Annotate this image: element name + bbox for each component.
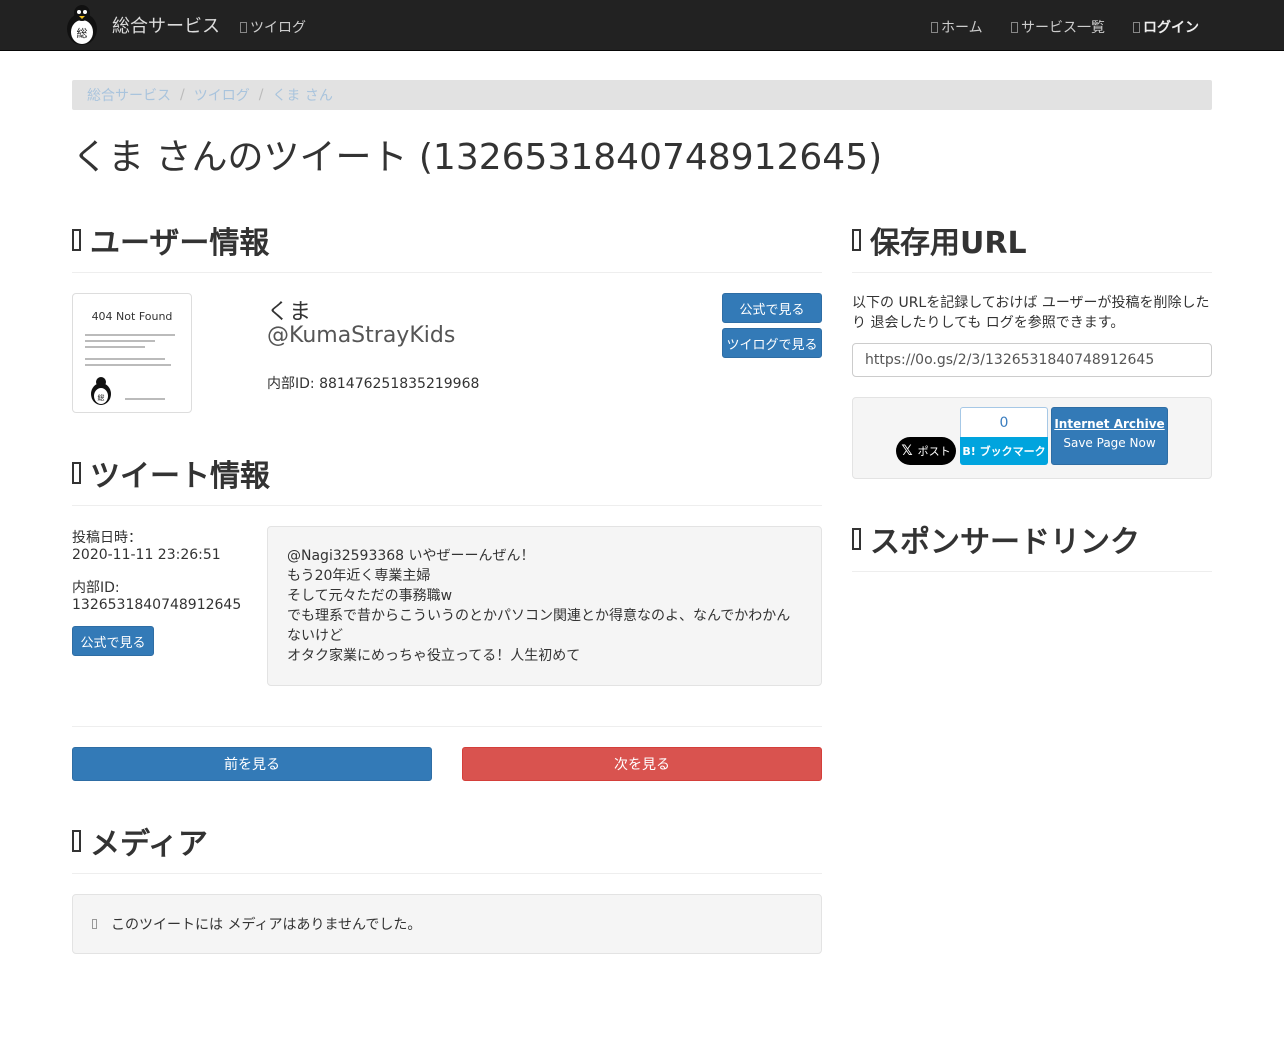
tweet-text-box: @Nagi32593368 いやぜーーんぜん！ もう20年近く専業主婦 そして元… (267, 526, 822, 686)
save-url-heading: 保存用URL (852, 218, 1027, 262)
tweet-id-label: 内部ID: (72, 580, 120, 596)
user-twilog-button[interactable]: ツイログで見る (722, 328, 822, 358)
breadcrumb-item-user[interactable]: くま さん (272, 85, 332, 105)
avatar-title: 404 Not Found (91, 310, 173, 323)
info-icon (92, 919, 97, 929)
divider (852, 571, 1212, 572)
avatar: 404 Not Found 総 (72, 293, 192, 413)
sponsor-heading: スポンサードリンク (852, 517, 1140, 561)
tweet-info-heading: ツイート情報 (72, 451, 270, 495)
link-icon (852, 528, 861, 550)
user-official-button[interactable]: 公式で見る (722, 293, 822, 323)
ia-subtitle: Save Page Now (1063, 436, 1156, 450)
next-button[interactable]: 次を見る (462, 747, 822, 781)
divider (72, 272, 822, 273)
divider (72, 726, 822, 727)
divider (852, 272, 1212, 273)
avatar-glyph: 総 (98, 393, 105, 402)
tweet-info-heading-text: ツイート情報 (90, 459, 270, 494)
breadcrumb-separator: / (258, 87, 264, 103)
posted-value: 2020-11-11 23:26:51 (72, 547, 221, 563)
save-url-heading-text: 保存用URL (870, 226, 1027, 261)
brand-text: 総合サービス (112, 16, 220, 37)
sponsor-heading-text: スポンサードリンク (870, 525, 1140, 560)
user-handle: @KumaStrayKids (267, 323, 456, 348)
divider (72, 873, 822, 874)
breadcrumb-item-home[interactable]: 総合サービス (87, 85, 171, 105)
posted-label: 投稿日時： (72, 530, 142, 546)
user-icon (72, 229, 81, 251)
list-icon (1011, 21, 1018, 33)
twitter-icon (72, 462, 81, 484)
prev-button[interactable]: 前を見る (72, 747, 432, 781)
twitter-icon (240, 21, 247, 33)
home-icon (931, 21, 938, 33)
hatena-bookmark-count[interactable]: 0 (960, 407, 1048, 438)
divider (72, 505, 822, 506)
nav-twilog-label: ツイログ (250, 20, 306, 36)
nav-services-label: サービス一覧 (1021, 20, 1105, 36)
ia-title: Internet Archive (1054, 417, 1165, 431)
breadcrumb-item-twilog[interactable]: ツイログ (194, 85, 250, 105)
x-logo-icon: 𝕏 (901, 443, 913, 459)
media-empty-text: このツイートには メディアはありませんでした。 (111, 917, 422, 933)
brand-logo-glyph: 総 (77, 26, 88, 40)
user-info-heading-text: ユーザー情報 (90, 226, 270, 261)
penguin-logo-icon: 総 (67, 5, 97, 45)
breadcrumb-separator: / (180, 87, 185, 103)
hatena-bookmark-button[interactable]: B! ブックマーク (960, 437, 1048, 465)
x-post-label: ポスト (917, 445, 951, 458)
nav-home-link[interactable]: ホーム (931, 17, 983, 37)
user-name: くま (267, 300, 312, 325)
top-navbar: 総 総合サービス ツイログ ホーム サービス一覧 ログイン (0, 0, 1284, 51)
tweet-id-value: 1326531840748912645 (72, 597, 242, 613)
media-heading: メディア (72, 819, 208, 863)
x-post-button[interactable]: 𝕏 ポスト (896, 437, 956, 465)
breadcrumb: 総合サービス / ツイログ / くま さん (72, 80, 1212, 110)
login-icon (1133, 21, 1140, 33)
nav-twilog-link[interactable]: ツイログ (240, 17, 306, 37)
brand-link[interactable]: 総 総合サービス (60, 2, 220, 48)
nav-home-label: ホーム (941, 20, 983, 36)
tweet-official-button[interactable]: 公式で見る (72, 626, 154, 656)
media-heading-text: メディア (90, 827, 208, 862)
nav-login-label: ログイン (1143, 20, 1199, 36)
image-icon (72, 830, 81, 852)
user-internal-id: 内部ID: 881476251835219968 (267, 376, 480, 392)
penguin-icon: 総 (91, 377, 111, 405)
media-empty-notice: このツイートには メディアはありませんでした。 (72, 894, 822, 954)
save-url-description: 以下の URLを記録しておけば ユーザーが投稿を削除したり 退会したりしても ロ… (852, 295, 1210, 331)
nav-services-link[interactable]: サービス一覧 (1011, 17, 1105, 37)
tweet-text: @Nagi32593368 いやぜーーんぜん！ もう20年近く専業主婦 そして元… (287, 548, 791, 664)
user-info-heading: ユーザー情報 (72, 218, 269, 262)
save-url-input[interactable] (852, 343, 1212, 377)
page-title: くま さんのツイート (1326531840748912645) (72, 137, 883, 178)
internet-archive-button[interactable]: Internet Archive Save Page Now (1051, 407, 1168, 465)
bookmark-icon (852, 229, 861, 251)
nav-login-link[interactable]: ログイン (1133, 17, 1199, 37)
